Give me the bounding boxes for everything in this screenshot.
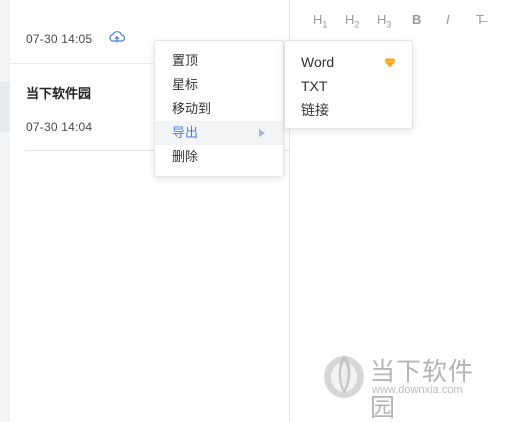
heading-3-button[interactable]: H3 (377, 12, 391, 30)
note-timestamp: 07-30 14:04 (26, 120, 93, 134)
strikethrough-button[interactable]: T̶ (476, 12, 484, 27)
cloud-upload-icon[interactable] (108, 30, 126, 44)
menu-item-delete[interactable]: 删除 (155, 145, 283, 169)
selected-note-indicator (0, 82, 10, 132)
export-submenu: Word TXT 链接 (284, 40, 413, 129)
watermark-url: www.downxia.com (372, 384, 463, 396)
export-word-label: Word (301, 54, 335, 70)
menu-item-export[interactable]: 导出 (155, 121, 283, 145)
watermark: 当下软件园 www.downxia.com (322, 350, 492, 422)
note-timestamp: 07-30 14:05 (26, 32, 93, 46)
menu-item-export-label: 导出 (172, 125, 199, 140)
context-menu: 置顶 星标 移动到 导出 删除 (154, 40, 284, 177)
left-sidebar-strip (0, 0, 10, 422)
menu-item-pin[interactable]: 置顶 (155, 49, 283, 73)
downxia-logo-icon (324, 355, 364, 398)
export-word[interactable]: Word (285, 50, 412, 74)
format-toolbar: H1 H2 H3 B I T̶ (291, 12, 508, 34)
italic-button[interactable]: I (446, 12, 450, 27)
note-title: 当下软件园 (26, 86, 92, 101)
export-link[interactable]: 链接 (285, 98, 412, 122)
vip-diamond-icon (384, 58, 396, 68)
menu-item-move-to[interactable]: 移动到 (155, 97, 283, 121)
export-txt[interactable]: TXT (285, 74, 412, 98)
submenu-arrow-icon (259, 129, 265, 137)
bold-button[interactable]: B (412, 12, 421, 27)
menu-item-star[interactable]: 星标 (155, 73, 283, 97)
heading-1-button[interactable]: H1 (313, 12, 327, 30)
heading-2-button[interactable]: H2 (345, 12, 359, 30)
